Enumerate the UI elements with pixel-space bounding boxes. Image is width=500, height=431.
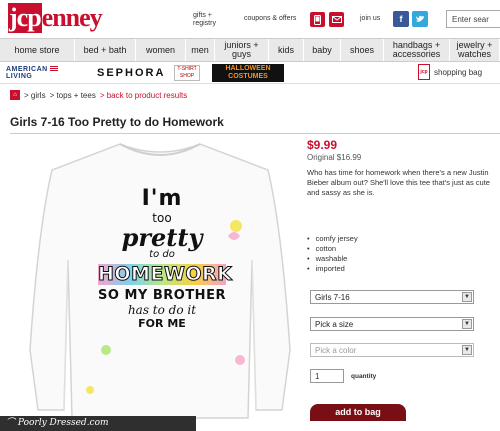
nav-item-shoes[interactable]: shoes — [341, 39, 384, 61]
flower-doodle — [230, 220, 242, 232]
shopping-bag-icon: jcp — [418, 64, 430, 80]
shirt-text-has-to-do-it: has to do it — [127, 303, 197, 317]
nav-item-baby[interactable]: baby — [304, 39, 341, 61]
american-living-logo[interactable]: AMERICAN LIVING — [6, 66, 58, 80]
breadcrumb-girls[interactable]: > girls — [24, 91, 46, 100]
original-price: Original $16.99 — [307, 153, 362, 162]
gifts-label: gifts + — [193, 12, 212, 19]
feature-item: cotton — [307, 244, 358, 254]
join-us-label: join us — [360, 15, 381, 22]
jcpenney-logo[interactable]: jcp enney — [8, 3, 103, 33]
nav-item-men[interactable]: men — [186, 39, 215, 61]
size-select[interactable]: Pick a size ▼ — [310, 317, 474, 331]
quantity-input[interactable]: 1 — [310, 369, 344, 383]
nav-item-kids[interactable]: kids — [269, 39, 304, 61]
back-to-results-link[interactable]: > back to product results — [100, 91, 187, 100]
site-header: jcp enney gifts + registry coupons & off… — [0, 0, 500, 38]
nav-item-juniors-guys[interactable]: juniors + guys — [215, 39, 269, 61]
nav-item-jewelry-watches[interactable]: jewelry + watches — [450, 39, 500, 61]
email-icon[interactable] — [329, 12, 344, 27]
feature-item: washable — [307, 254, 358, 264]
shirt-text-homework: HOMEWORK — [98, 263, 233, 285]
chevron-down-icon: ▼ — [462, 345, 472, 355]
breadcrumb-tops-tees[interactable]: > tops + tees — [50, 91, 96, 100]
shirt-text-for-me: FOR ME — [138, 317, 186, 330]
halloween-label: HALLOWEEN — [225, 65, 271, 72]
facebook-icon[interactable]: f — [393, 11, 409, 27]
quantity-label: quantity — [351, 373, 377, 380]
flag-icon — [49, 66, 58, 72]
nav-item-handbags-accessories[interactable]: handbags + accessories — [384, 39, 450, 61]
chevron-down-icon: ▼ — [462, 319, 472, 329]
feature-item: comfy jersey — [307, 234, 358, 244]
shirt-print-text: I'm too pretty to do HOMEWORK SO MY BROT… — [98, 186, 233, 330]
living-label: LIVING — [6, 73, 33, 80]
product-title: Girls 7-16 Too Pretty to do Homework — [10, 115, 224, 129]
shirt-text-pretty: pretty — [121, 223, 203, 252]
watermark-text: Poorly Dressed.com — [17, 418, 109, 428]
add-to-bag-button[interactable]: add to bag — [310, 404, 406, 421]
search-input[interactable]: Enter sear — [446, 10, 500, 28]
hanger-icon: ⌒ — [6, 418, 18, 428]
twitter-icon[interactable] — [412, 11, 428, 27]
size-range-select[interactable]: Girls 7-16 ▼ — [310, 290, 474, 304]
tshirt-shop-logo[interactable]: T-SHIRT SHOP — [174, 65, 200, 81]
nav-item-home-store[interactable]: home store — [0, 39, 75, 61]
halloween-costumes-banner[interactable]: HALLOWEEN COSTUMES — [212, 64, 284, 82]
shirt-text-so-my-brother: SO MY BROTHER — [98, 288, 226, 303]
shirt-text-im: I'm — [141, 186, 183, 211]
product-description: Who has time for homework when there's a… — [307, 168, 490, 197]
size-value: Pick a size — [315, 320, 354, 329]
feature-list: comfy jersey cotton washable imported — [307, 234, 358, 274]
shopping-bag-link[interactable]: jcp shopping bag — [418, 64, 482, 80]
color-value: Pick a color — [315, 346, 357, 355]
breadcrumb: ⌂ > girls > tops + tees > back to produc… — [10, 89, 187, 101]
coupons-offers-link[interactable]: coupons & offers — [244, 15, 296, 23]
costumes-label: COSTUMES — [228, 73, 268, 80]
sephora-logo[interactable]: SEPHORA — [97, 67, 165, 79]
shopping-bag-label: shopping bag — [434, 67, 483, 77]
nav-item-women[interactable]: women — [136, 39, 186, 61]
gifts-registry-link[interactable]: gifts + registry — [193, 12, 216, 28]
mobile-phone-icon[interactable] — [310, 12, 325, 27]
sale-price: $9.99 — [307, 138, 338, 152]
registry-label: registry — [193, 20, 216, 27]
home-icon[interactable]: ⌂ — [10, 90, 20, 100]
american-label: AMERICAN — [6, 66, 48, 73]
main-nav: home store bed + bath women men juniors + gu… — [0, 38, 500, 62]
feature-item: imported — [307, 264, 358, 274]
shirt-text-to-do: to do — [149, 249, 175, 260]
color-select[interactable]: Pick a color ▼ — [310, 343, 474, 357]
size-range-value: Girls 7-16 — [315, 293, 350, 302]
watermark: ⌒ Poorly Dressed.com — [0, 416, 196, 431]
logo-enney-text: enney — [41, 3, 103, 32]
logo-jcp-box: jcp — [8, 3, 42, 33]
divider — [10, 133, 500, 134]
brand-bar: AMERICAN LIVING SEPHORA T-SHIRT SHOP HAL… — [0, 62, 500, 84]
chevron-down-icon: ▼ — [462, 292, 472, 302]
nav-item-bed-bath[interactable]: bed + bath — [75, 39, 136, 61]
